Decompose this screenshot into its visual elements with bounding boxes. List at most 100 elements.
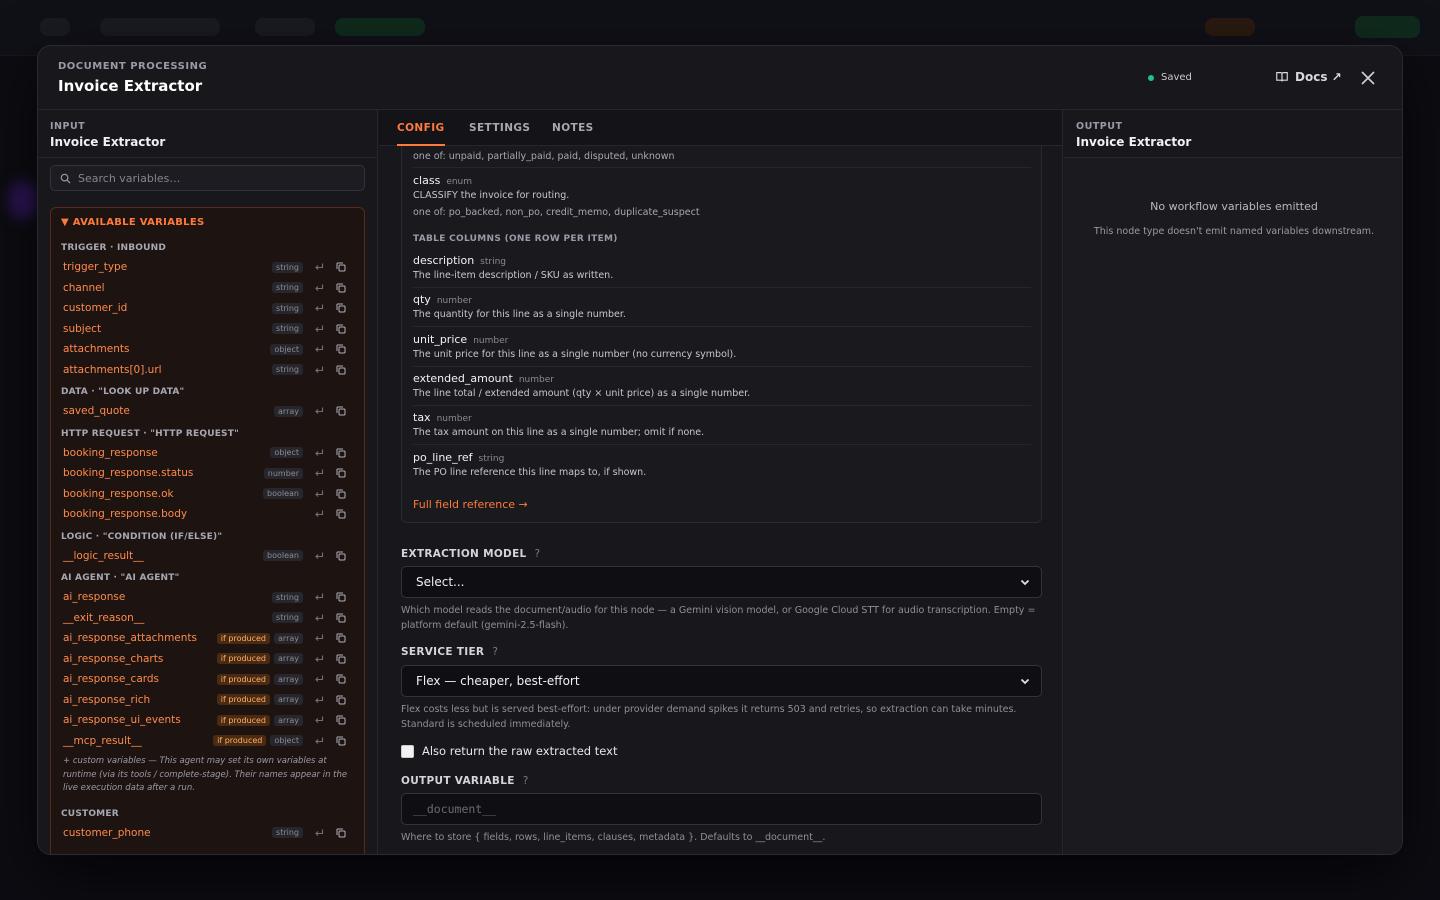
search-input[interactable] <box>78 171 348 185</box>
insert-icon[interactable] <box>313 612 325 624</box>
variable-row[interactable]: ai_response string <box>51 587 364 608</box>
variable-row[interactable]: booking_response object <box>51 443 364 464</box>
variable-row[interactable]: customer_id string <box>51 298 364 319</box>
insert-icon[interactable] <box>313 714 325 726</box>
insert-icon[interactable] <box>313 405 325 417</box>
variable-list: TRIGGER · INBOUND trigger_type string chann… <box>51 236 364 843</box>
copy-icon[interactable] <box>335 261 347 273</box>
insert-icon[interactable] <box>313 364 325 376</box>
copy-icon[interactable] <box>335 632 347 644</box>
help-icon[interactable]: ? <box>492 646 498 658</box>
insert-icon[interactable] <box>313 827 325 839</box>
insert-icon[interactable] <box>313 694 325 706</box>
copy-icon[interactable] <box>335 694 347 706</box>
checkbox-unchecked-icon[interactable] <box>401 744 414 758</box>
variable-name: ai_response <box>63 591 126 604</box>
service-tier-select[interactable]: Flex — cheaper, best-effort <box>401 665 1042 697</box>
full-field-reference-link[interactable]: Full field reference → <box>413 498 528 511</box>
column-type: string <box>480 257 507 267</box>
close-icon[interactable] <box>1358 68 1378 88</box>
copy-icon[interactable] <box>335 612 347 624</box>
copy-icon[interactable] <box>335 673 347 685</box>
copy-icon[interactable] <box>335 550 347 562</box>
insert-icon[interactable] <box>313 735 325 747</box>
docs-link[interactable]: Docs ↗ <box>1275 70 1342 84</box>
available-variables-title[interactable]: ▼ AVAILABLE VARIABLES <box>61 217 204 228</box>
insert-icon[interactable] <box>313 488 325 500</box>
insert-icon[interactable] <box>313 591 325 603</box>
insert-icon[interactable] <box>313 323 325 335</box>
variable-row[interactable]: ai_response_charts if produced array <box>51 649 364 670</box>
insert-icon[interactable] <box>313 261 325 273</box>
copy-icon[interactable] <box>335 323 347 335</box>
copy-icon[interactable] <box>335 364 347 376</box>
variable-search[interactable] <box>50 165 365 191</box>
insert-icon[interactable] <box>313 343 325 355</box>
variable-tags: string <box>272 319 347 340</box>
variable-row[interactable]: attachments object <box>51 339 364 360</box>
copy-icon[interactable] <box>335 735 347 747</box>
copy-icon[interactable] <box>335 827 347 839</box>
divider <box>413 404 1031 406</box>
copy-icon[interactable] <box>335 343 347 355</box>
help-icon[interactable]: ? <box>535 548 541 560</box>
variable-row[interactable]: ai_response_attachments if produced array <box>51 628 364 649</box>
copy-icon[interactable] <box>335 405 347 417</box>
variable-row[interactable]: __mcp_result__ if produced object <box>51 731 364 752</box>
output-variable-input[interactable] <box>413 802 1013 816</box>
copy-icon[interactable] <box>335 714 347 726</box>
copy-icon[interactable] <box>335 488 347 500</box>
insert-icon[interactable] <box>313 550 325 562</box>
variable-name: booking_response <box>63 446 158 459</box>
insert-icon[interactable] <box>313 632 325 644</box>
copy-icon[interactable] <box>335 467 347 479</box>
tab-notes[interactable]: NOTES <box>552 110 594 146</box>
input-panel: INPUT Invoice Extractor ▼ AVAILABLE VARI… <box>38 110 378 854</box>
column-name-text: tax <box>413 411 431 425</box>
variable-row[interactable]: booking_response.status number <box>51 463 364 484</box>
copy-icon[interactable] <box>335 282 347 294</box>
extraction-model-select[interactable]: Select... <box>401 566 1042 598</box>
insert-icon[interactable] <box>313 508 325 520</box>
variable-row[interactable]: ai_response_cards if produced array <box>51 669 364 690</box>
insert-icon[interactable] <box>313 653 325 665</box>
copy-icon[interactable] <box>335 508 347 520</box>
variable-name: saved_quote <box>63 405 130 418</box>
variable-row[interactable]: trigger_type string <box>51 257 364 278</box>
output-variable-field[interactable] <box>401 793 1042 825</box>
help-icon[interactable]: ? <box>523 775 529 787</box>
config-scroll-area[interactable]: one of: unpaid, partially_paid, paid, di… <box>379 146 1062 854</box>
variable-row[interactable]: subject string <box>51 319 364 340</box>
copy-icon[interactable] <box>335 591 347 603</box>
variable-row[interactable]: ai_response_ui_events if produced array <box>51 710 364 731</box>
copy-icon[interactable] <box>335 653 347 665</box>
insert-icon[interactable] <box>313 467 325 479</box>
book-icon <box>1276 72 1288 82</box>
column-description: The line total / extended amount (qty × … <box>413 387 751 399</box>
variable-row[interactable]: ai_response_rich if produced array <box>51 690 364 711</box>
variable-row[interactable]: booking_response.body <box>51 504 364 525</box>
variable-row[interactable]: customer_phone string <box>51 823 364 844</box>
raw-text-checkbox[interactable]: Also return the raw extracted text <box>401 744 617 758</box>
column-description: The line-item description / SKU as writt… <box>413 270 614 281</box>
variable-type-badge: object <box>270 447 303 459</box>
variable-row[interactable]: __logic_result__ boolean <box>51 546 364 567</box>
variable-row[interactable]: channel string <box>51 278 364 299</box>
variable-row[interactable]: booking_response.ok boolean <box>51 484 364 505</box>
insert-icon[interactable] <box>313 673 325 685</box>
tab-config[interactable]: CONFIG <box>397 110 445 146</box>
insert-icon[interactable] <box>313 447 325 459</box>
variable-row[interactable]: saved_quote array <box>51 401 364 422</box>
copy-icon[interactable] <box>335 447 347 459</box>
variable-name: customer_id <box>63 302 128 315</box>
insert-icon[interactable] <box>313 282 325 294</box>
tab-settings[interactable]: SETTINGS <box>469 110 530 146</box>
insert-icon[interactable] <box>313 302 325 314</box>
output-variable-label-text: OUTPUT VARIABLE <box>401 775 515 787</box>
output-variable-label: OUTPUT VARIABLE? <box>401 775 529 787</box>
variable-tags: if produced object <box>213 731 347 752</box>
variable-type-badge: string <box>272 302 303 314</box>
variable-row[interactable]: attachments[0].url string <box>51 360 364 381</box>
copy-icon[interactable] <box>335 302 347 314</box>
variable-row[interactable]: __exit_reason__ string <box>51 608 364 629</box>
